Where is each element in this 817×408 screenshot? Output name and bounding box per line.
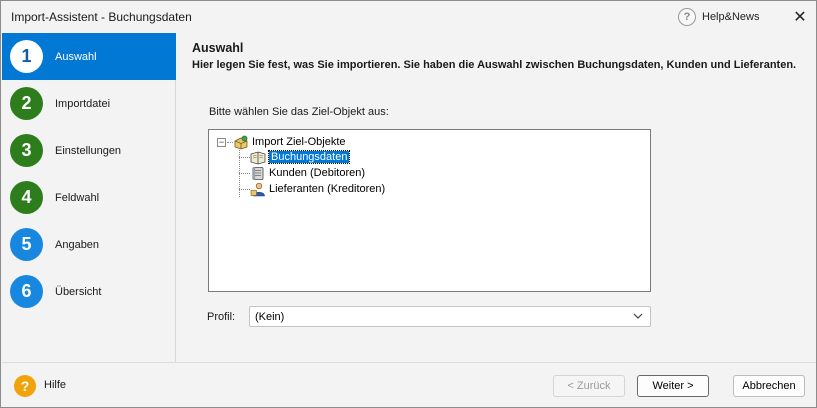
target-object-tree[interactable]: − Import Ziel-Objekte Buchungsdaten Kund… xyxy=(208,129,651,292)
step-angaben[interactable]: 5 Angaben xyxy=(2,221,176,268)
profile-dropdown[interactable]: (Kein) xyxy=(249,306,651,327)
tree-root-item[interactable]: Import Ziel-Objekte xyxy=(233,134,346,150)
step-label: Einstellungen xyxy=(55,144,122,157)
close-button[interactable]: ✕ xyxy=(789,6,811,28)
next-button[interactable]: Weiter > xyxy=(637,375,709,397)
import-box-icon xyxy=(234,135,248,149)
step-number-badge: 2 xyxy=(10,87,43,120)
tree-connector xyxy=(239,189,250,190)
back-button[interactable]: < Zurück xyxy=(553,375,625,397)
chevron-down-icon xyxy=(633,313,643,319)
journal-book-icon xyxy=(250,151,266,164)
supplier-person-icon xyxy=(250,182,265,196)
tree-item-lieferanten[interactable]: Lieferanten (Kreditoren) xyxy=(250,181,385,197)
wizard-steps-sidebar: 1 Auswahl 2 Importdatei 3 Einstellungen … xyxy=(2,33,176,362)
help-icon[interactable]: ? xyxy=(14,375,36,397)
step-number-badge: 6 xyxy=(10,275,43,308)
tree-connector xyxy=(239,173,250,174)
step-label: Auswahl xyxy=(55,50,97,63)
tree-item-label: Lieferanten (Kreditoren) xyxy=(269,183,386,195)
page-header: Auswahl Hier legen Sie fest, was Sie imp… xyxy=(177,33,816,81)
wizard-footer: ? Hilfe < Zurück Weiter > Abbrechen xyxy=(2,362,816,407)
page-description: Hier legen Sie fest, was Sie importieren… xyxy=(192,59,797,71)
customer-card-icon xyxy=(252,166,264,180)
profile-selected-value: (Kein) xyxy=(255,311,285,323)
help-label[interactable]: Hilfe xyxy=(44,379,66,391)
question-circle-icon: ? xyxy=(678,8,696,26)
target-object-prompt: Bitte wählen Sie das Ziel-Objekt aus: xyxy=(209,106,389,118)
step-auswahl[interactable]: 1 Auswahl xyxy=(2,33,176,80)
profile-label: Profil: xyxy=(207,311,236,323)
tree-item-buchungsdaten[interactable]: Buchungsdaten xyxy=(250,149,351,165)
step-number-badge: 1 xyxy=(10,40,43,73)
tree-item-label: Kunden (Debitoren) xyxy=(269,167,366,179)
tree-item-label: Buchungsdaten xyxy=(267,150,351,164)
main-panel: Auswahl Hier legen Sie fest, was Sie imp… xyxy=(177,33,816,362)
window-title: Import-Assistent - Buchungsdaten xyxy=(11,10,192,24)
step-einstellungen[interactable]: 3 Einstellungen xyxy=(2,127,176,174)
step-label: Übersicht xyxy=(55,285,102,298)
cancel-button[interactable]: Abbrechen xyxy=(733,375,805,397)
step-uebersicht[interactable]: 6 Übersicht xyxy=(2,268,176,315)
help-news-button[interactable]: ? Help&News xyxy=(678,7,759,27)
title-bar: Import-Assistent - Buchungsdaten ? Help&… xyxy=(1,1,816,33)
step-label: Feldwahl xyxy=(55,191,100,204)
close-icon: ✕ xyxy=(793,9,807,26)
collapse-toggle[interactable]: − xyxy=(217,138,226,147)
step-label: Angaben xyxy=(55,238,100,251)
step-importdatei[interactable]: 2 Importdatei xyxy=(2,80,176,127)
help-news-label: Help&News xyxy=(702,11,760,23)
step-number-badge: 4 xyxy=(10,181,43,214)
step-label: Importdatei xyxy=(55,97,111,110)
import-wizard-window: Import-Assistent - Buchungsdaten ? Help&… xyxy=(0,0,817,408)
tree-connector xyxy=(239,157,250,158)
step-number-badge: 5 xyxy=(10,228,43,261)
tree-item-kunden[interactable]: Kunden (Debitoren) xyxy=(250,165,365,181)
step-number-badge: 3 xyxy=(10,134,43,167)
step-feldwahl[interactable]: 4 Feldwahl xyxy=(2,174,176,221)
tree-root-label: Import Ziel-Objekte xyxy=(252,136,346,148)
page-title: Auswahl xyxy=(192,41,244,55)
